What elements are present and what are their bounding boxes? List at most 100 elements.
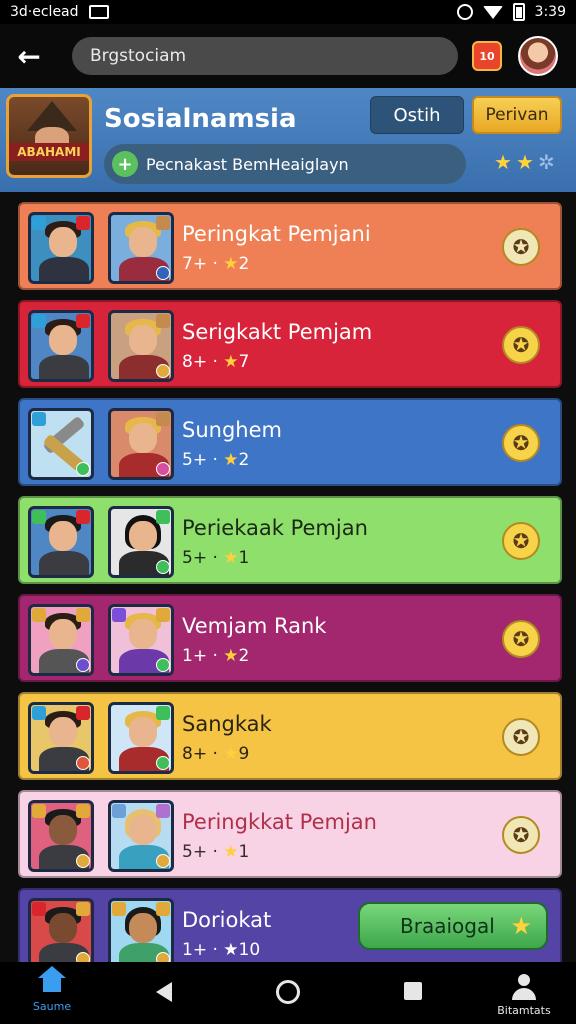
home-circle-icon[interactable] <box>276 980 300 1004</box>
badge-icon <box>156 412 170 426</box>
list-item[interactable]: Serigkakt Pemjam 8+ · ★7 ✪ <box>18 300 562 388</box>
nav-home[interactable]: Saume <box>22 966 82 1020</box>
share-button[interactable]: Braaiogal ★ <box>358 902 548 950</box>
list-item[interactable]: Sunghem 5+ · ★2 ✪ <box>18 398 562 486</box>
logo-text: ABAHAMI <box>9 143 89 161</box>
row-stats: 1+ · ★10 <box>182 940 261 960</box>
heart-icon <box>76 706 90 720</box>
character-card <box>28 702 94 774</box>
search-field[interactable]: Brgstociam <box>72 37 458 75</box>
star-icon: ★ <box>223 450 239 470</box>
element-icon <box>156 658 170 672</box>
medal-icon[interactable]: ✪ <box>502 718 540 756</box>
row-stats: 1+ · ★2 <box>182 646 250 666</box>
star-icon: ★ <box>516 150 534 174</box>
element-icon <box>156 560 170 574</box>
badge-icon <box>156 706 170 720</box>
status-time: 3:39 <box>534 4 566 20</box>
character-card <box>28 604 94 676</box>
badge-icon <box>76 608 90 622</box>
badge-icon <box>156 902 170 916</box>
row-stats: 8+ · ★9 <box>182 744 250 764</box>
plus-icon: + <box>112 151 138 177</box>
character-card <box>108 310 174 382</box>
status-left-text: 3d·eclead <box>10 4 79 20</box>
character-card <box>108 898 174 970</box>
heart-icon <box>32 902 46 916</box>
row-title: Periekaak Pemjan <box>182 516 368 540</box>
medal-icon[interactable]: ✪ <box>502 522 540 560</box>
back-arrow-icon[interactable]: ← <box>12 39 46 73</box>
top-bar: ← Brgstociam 10 <box>0 24 576 88</box>
row-stats: 7+ · ★2 <box>182 254 250 274</box>
list-item[interactable]: Peringkat Pemjani 7+ · ★2 ✪ <box>18 202 562 290</box>
character-card <box>108 604 174 676</box>
nav-profile[interactable]: Bitamtats <box>494 974 554 1017</box>
star-icon: ★ <box>223 842 239 862</box>
medal-icon[interactable]: ✪ <box>502 228 540 266</box>
element-icon <box>156 266 170 280</box>
character-card <box>108 408 174 480</box>
medal-icon[interactable]: ✪ <box>502 816 540 854</box>
subtitle-text: Pecnakast BemHeaiglayn <box>146 154 349 174</box>
battery-icon <box>512 3 525 21</box>
character-card <box>28 212 94 284</box>
calendar-icon[interactable]: 10 <box>472 41 502 71</box>
gem-icon <box>32 804 46 818</box>
medal-icon[interactable]: ✪ <box>502 620 540 658</box>
heart-icon <box>76 314 90 328</box>
row-title: Sangkak <box>182 712 272 736</box>
medal-icon[interactable]: ✪ <box>502 424 540 462</box>
character-card <box>28 408 94 480</box>
character-card <box>108 506 174 578</box>
gem-icon <box>32 706 46 720</box>
row-title: Doriokat <box>182 908 272 932</box>
ostih-button[interactable]: Ostih <box>370 96 464 134</box>
star-icon: ★ <box>223 548 239 568</box>
character-card <box>108 800 174 872</box>
element-icon <box>156 462 170 476</box>
recents-icon[interactable] <box>404 982 422 1000</box>
gear-icon: ✲ <box>538 150 555 174</box>
character-card <box>108 212 174 284</box>
star-icon: ★ <box>494 150 512 174</box>
character-card <box>28 800 94 872</box>
subtitle-pill[interactable]: + Pecnakast BemHeaiglayn <box>104 144 466 184</box>
star-icon: ★ <box>223 646 239 666</box>
row-title: Sunghem <box>182 418 282 442</box>
character-card <box>28 898 94 970</box>
star-icon: ★ <box>223 352 239 372</box>
gallery-icon <box>88 5 109 19</box>
row-title: Peringkat Pemjani <box>182 222 371 246</box>
gem-icon <box>32 216 46 230</box>
heart-icon <box>76 510 90 524</box>
gem-icon <box>112 902 126 916</box>
element-icon <box>76 658 90 672</box>
character-card <box>28 506 94 578</box>
gem-icon <box>32 510 46 524</box>
element-icon <box>76 462 90 476</box>
back-icon[interactable] <box>156 982 172 1002</box>
character-card <box>28 310 94 382</box>
row-stats: 5+ · ★1 <box>182 548 250 568</box>
element-icon <box>76 854 90 868</box>
list-item[interactable]: Periekaak Pemjan 5+ · ★1 ✪ <box>18 496 562 584</box>
list-item[interactable]: Sangkak 8+ · ★9 ✪ <box>18 692 562 780</box>
wifi-icon <box>482 5 503 19</box>
medal-icon[interactable]: ✪ <box>502 326 540 364</box>
star-icon: ★ <box>223 940 239 960</box>
perivan-button-label: Perivan <box>485 105 549 125</box>
header-panel: ABAHAMI Sosialnamsia Ostih Perivan + Pec… <box>0 88 576 192</box>
star-icon: ★ <box>510 912 532 940</box>
row-title: Peringkkat Pemjan <box>182 810 377 834</box>
badge-icon <box>76 804 90 818</box>
nav-home-label: Saume <box>32 1000 72 1013</box>
badge-icon <box>156 608 170 622</box>
perivan-button[interactable]: Perivan <box>472 96 562 134</box>
row-stats: 5+ · ★1 <box>182 842 250 862</box>
list-item[interactable]: Peringkkat Pemjan 5+ · ★1 ✪ <box>18 790 562 878</box>
row-title: Vemjam Rank <box>182 614 327 638</box>
share-button-label: Braaiogal <box>400 914 495 938</box>
avatar[interactable] <box>518 36 558 76</box>
list-item[interactable]: Vemjam Rank 1+ · ★2 ✪ <box>18 594 562 682</box>
